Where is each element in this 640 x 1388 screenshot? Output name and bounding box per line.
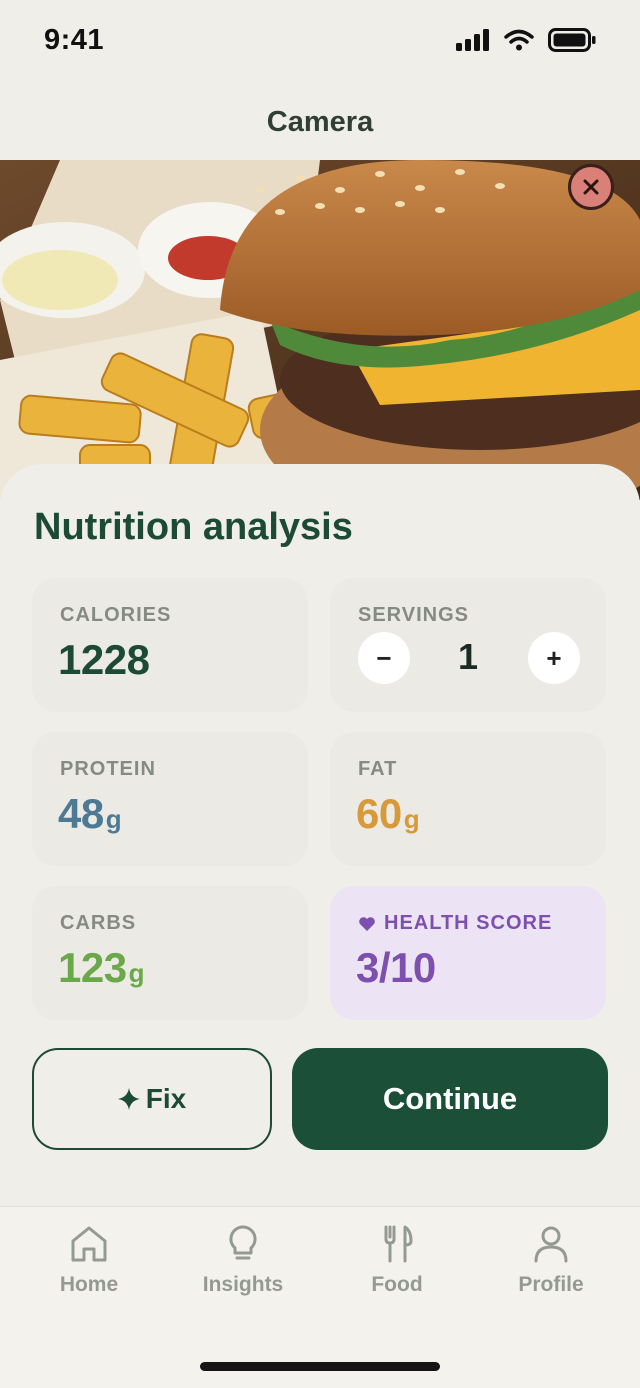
- tab-home[interactable]: Home: [24, 1225, 154, 1315]
- fix-button-label: Fix: [145, 1083, 187, 1114]
- carbs-label: CARBS: [60, 912, 137, 934]
- wifi-icon: [504, 29, 534, 51]
- status-bar: 9:41: [0, 0, 640, 84]
- servings-increment-button[interactable]: +: [528, 632, 580, 684]
- home-icon: [71, 1226, 107, 1262]
- protein-label: PROTEIN: [60, 758, 156, 780]
- tab-home-label: Home: [59, 1273, 119, 1296]
- protein-unit: g: [105, 804, 122, 834]
- fat-number: 60: [356, 790, 402, 837]
- carbs-card: CARBS 123g: [32, 886, 308, 1020]
- health-score-card: HEALTH SCORE 3/10: [330, 886, 606, 1020]
- sheet-title: Nutrition analysis: [34, 506, 353, 548]
- tab-food[interactable]: Food: [332, 1225, 462, 1315]
- health-score-value: 3/10: [356, 944, 436, 991]
- tab-bar: Home Insights Food Profile: [0, 1206, 640, 1388]
- battery-icon: [548, 28, 596, 52]
- fat-value: 60g: [356, 790, 420, 838]
- close-button[interactable]: [568, 164, 614, 210]
- continue-button[interactable]: Continue: [292, 1048, 608, 1150]
- tab-insights-label: Insights: [202, 1273, 284, 1296]
- heart-icon: [359, 916, 375, 931]
- close-icon: [583, 179, 599, 195]
- protein-card: PROTEIN 48g: [32, 732, 308, 866]
- fat-label: FAT: [358, 758, 398, 780]
- tab-profile-label: Profile: [518, 1273, 584, 1296]
- food-photo: [0, 160, 640, 500]
- header: Camera: [0, 84, 640, 160]
- health-score-label: HEALTH SCORE: [358, 912, 552, 935]
- calories-number: 1228: [58, 636, 150, 683]
- tab-food-label: Food: [371, 1273, 423, 1296]
- health-score-label-text: HEALTH SCORE: [384, 912, 553, 934]
- lightbulb-icon: [229, 1225, 257, 1260]
- page-title: Camera: [266, 105, 374, 138]
- fix-button[interactable]: Fix: [32, 1048, 272, 1150]
- nutrition-sheet: Nutrition analysis CALORIES 1228 SERVING…: [0, 464, 640, 1206]
- calories-value: 1228: [58, 636, 150, 684]
- carbs-unit: g: [128, 958, 145, 988]
- fat-card: FAT 60g: [330, 732, 606, 866]
- protein-number: 48: [58, 790, 104, 837]
- sparkle-icon: [117, 1088, 140, 1110]
- carbs-value: 123g: [58, 944, 144, 992]
- servings-label: SERVINGS: [358, 604, 469, 626]
- tab-profile[interactable]: Profile: [486, 1225, 616, 1315]
- fat-unit: g: [403, 804, 420, 834]
- tab-insights[interactable]: Insights: [178, 1225, 308, 1315]
- signal-icon: [456, 29, 489, 51]
- servings-value: 1: [457, 636, 479, 677]
- status-time: 9:41: [44, 24, 105, 56]
- carbs-number: 123: [58, 944, 127, 991]
- servings-card: SERVINGS − 1 +: [330, 578, 606, 712]
- protein-value: 48g: [58, 790, 122, 838]
- fork-knife-icon: [384, 1225, 413, 1263]
- status-icons: [456, 28, 596, 52]
- servings-decrement-button[interactable]: −: [358, 632, 410, 684]
- person-icon: [534, 1226, 568, 1263]
- calories-label: CALORIES: [60, 604, 172, 626]
- calories-card: CALORIES 1228: [32, 578, 308, 712]
- home-indicator: [200, 1362, 440, 1371]
